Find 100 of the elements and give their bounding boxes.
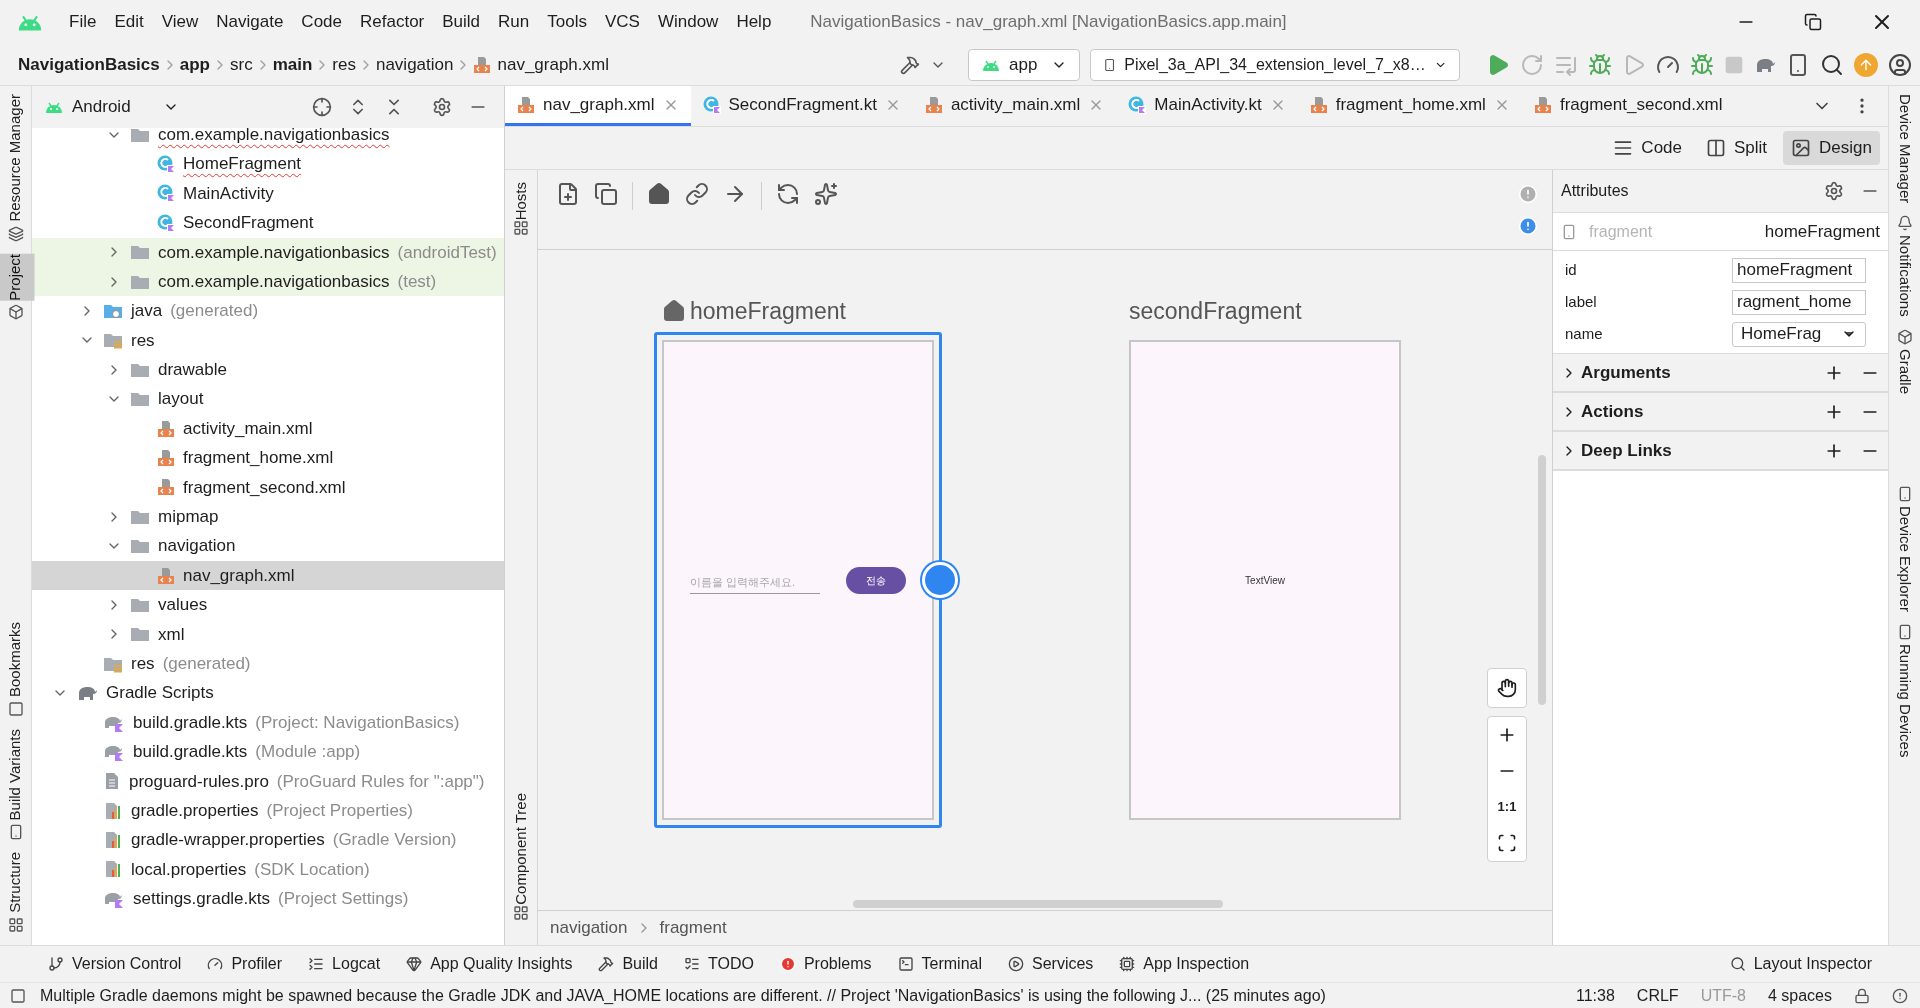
editor-tab[interactable]: fragment_second.xml: [1521, 86, 1735, 126]
tool-window-button[interactable]: Layout Inspector: [1729, 952, 1872, 976]
breadcrumb[interactable]: res: [332, 51, 356, 78]
tree-row[interactable]: gradle.properties (Project Properties): [32, 796, 504, 826]
attach-debugger-icon[interactable]: [1690, 52, 1714, 77]
side-tab[interactable]: Project: [0, 253, 35, 301]
view-dropdown[interactable]: Android: [72, 94, 179, 120]
breadcrumb[interactable]: fragment: [659, 915, 727, 941]
side-tab[interactable]: Hosts: [501, 182, 541, 221]
menu-item[interactable]: VCS: [595, 9, 649, 35]
account-icon[interactable]: [1888, 52, 1912, 77]
side-tab[interactable]: Running Devices: [1885, 643, 1920, 758]
vertical-scrollbar[interactable]: [1538, 455, 1546, 705]
menu-item[interactable]: Code: [292, 9, 351, 35]
tree-row[interactable]: build.gradle.kts (Project: NavigationBasics): [32, 707, 504, 738]
tree-row[interactable]: com.example.navigationbasics: [32, 128, 504, 150]
device-dropdown[interactable]: Pixel_3a_API_34_extension_level_7_x8…: [1090, 48, 1460, 81]
side-tab[interactable]: Component Tree: [501, 793, 541, 905]
view-mode-tab[interactable]: Split: [1698, 131, 1776, 165]
breadcrumb[interactable]: src: [229, 51, 253, 78]
tree-row[interactable]: mipmap: [32, 502, 504, 532]
menu-item[interactable]: Navigate: [207, 9, 293, 35]
menu-item[interactable]: Build: [433, 9, 490, 35]
settings-icon[interactable]: [1824, 181, 1844, 201]
editor-tab[interactable]: fragment_home.xml: [1297, 86, 1522, 126]
breadcrumb[interactable]: nav_graph.xml: [497, 51, 609, 78]
tree-row[interactable]: java (generated): [32, 296, 504, 326]
tool-window-button[interactable]: Problems: [779, 952, 872, 976]
menu-item[interactable]: Run: [489, 9, 539, 35]
menu-item[interactable]: Help: [727, 9, 781, 35]
sparkles-icon[interactable]: [814, 182, 838, 206]
horizontal-scrollbar[interactable]: [853, 900, 1223, 908]
action-handle[interactable]: [922, 562, 958, 598]
attribute-section[interactable]: Arguments: [1553, 354, 1888, 393]
editor-tab[interactable]: MainActivity.kt: [1116, 86, 1298, 126]
locate-icon[interactable]: [312, 97, 332, 117]
breadcrumb[interactable]: NavigationBasics: [18, 51, 160, 78]
tree-row[interactable]: nav_graph.xml: [32, 560, 504, 591]
nested-graph-icon[interactable]: [594, 182, 618, 206]
tree-row[interactable]: com.example.navigationbasics (androidTest): [32, 237, 504, 267]
tree-row[interactable]: navigation: [32, 531, 504, 561]
side-tab[interactable]: Notifications: [1885, 235, 1920, 317]
tree-row[interactable]: proguard-rules.pro (ProGuard Rules for ":app"): [32, 766, 504, 796]
view-mode-tab[interactable]: Code: [1605, 131, 1690, 165]
tree-row[interactable]: settings.gradle.kts (Project Settings): [32, 884, 504, 914]
tree-row[interactable]: build.gradle.kts (Module :app): [32, 737, 504, 767]
build-icon[interactable]: [900, 54, 920, 75]
tree-row[interactable]: HomeFragment: [32, 149, 504, 179]
settings-icon[interactable]: [432, 97, 452, 117]
tree-row[interactable]: fragment_second.xml: [32, 472, 504, 503]
menu-item[interactable]: Window: [648, 9, 728, 35]
tool-window-button[interactable]: App Quality Insights: [406, 952, 573, 976]
tree-row[interactable]: values: [32, 590, 504, 620]
tree-row[interactable]: res (generated): [32, 649, 504, 679]
tree-row[interactable]: local.properties (SDK Location): [32, 854, 504, 885]
menu-item[interactable]: Refactor: [351, 9, 434, 35]
help-icon[interactable]: [1518, 216, 1538, 236]
new-destination-icon[interactable]: [556, 182, 580, 206]
side-tab[interactable]: Gradle: [1885, 348, 1920, 394]
side-tab[interactable]: Device Explorer: [1885, 505, 1920, 612]
editor-tab[interactable]: SecondFragment.kt: [690, 86, 913, 126]
side-tab[interactable]: Device Manager: [1885, 94, 1920, 204]
tree-row[interactable]: Gradle Scripts: [32, 678, 504, 708]
lock-icon[interactable]: [1854, 987, 1870, 1004]
view-mode-tab[interactable]: Design: [1783, 131, 1880, 165]
status-message[interactable]: Multiple Gradle daemons might be spawned because the Gradle JDK and JAVA_HOME locations are different. // Project 'NavigationBasics' is using the following J... (25 minutes ago): [40, 983, 1326, 1008]
panel-toggle-icon[interactable]: [10, 987, 26, 1004]
tree-row[interactable]: SecondFragment: [32, 208, 504, 238]
line-separator[interactable]: CRLF: [1636, 983, 1679, 1008]
menu-item[interactable]: View: [152, 9, 208, 35]
tool-window-button[interactable]: TODO: [684, 952, 754, 976]
tree-row[interactable]: MainActivity: [32, 178, 504, 209]
attribute-field[interactable]: ragment_home: [1732, 289, 1866, 315]
debug-icon[interactable]: [1588, 52, 1612, 77]
breadcrumb[interactable]: navigation: [550, 915, 628, 941]
orientation-icon[interactable]: [776, 182, 800, 206]
tool-window-button[interactable]: Services: [1008, 952, 1094, 976]
side-tab[interactable]: Structure: [0, 852, 35, 913]
side-tab[interactable]: Build Variants: [0, 728, 35, 821]
fragment-frame[interactable]: 이름을 입력해주세요. 전송: [654, 332, 942, 828]
pan-tool-button[interactable]: [1487, 668, 1527, 708]
home-icon[interactable]: [647, 182, 671, 206]
indent-setting[interactable]: 4 spaces: [1767, 983, 1832, 1008]
tool-window-button[interactable]: Logcat: [308, 952, 381, 976]
editor-tab[interactable]: activity_main.xml: [912, 86, 1117, 126]
actual-size-button[interactable]: 1:1: [1497, 797, 1517, 817]
editor-tab[interactable]: nav_graph.xml: [505, 86, 691, 126]
attribute-section[interactable]: Actions: [1553, 393, 1888, 432]
menu-item[interactable]: File: [60, 9, 106, 35]
tool-window-button[interactable]: Profiler: [207, 952, 283, 976]
tree-row[interactable]: xml: [32, 619, 504, 650]
tool-window-button[interactable]: App Inspection: [1119, 952, 1250, 976]
fit-screen-icon[interactable]: [1497, 832, 1517, 853]
breadcrumb[interactable]: main: [272, 51, 313, 78]
tool-window-button[interactable]: Terminal: [897, 952, 982, 976]
tree-row[interactable]: fragment_home.xml: [32, 443, 504, 473]
attribute-dropdown[interactable]: HomeFrag: [1732, 321, 1866, 347]
tool-window-button[interactable]: Build: [598, 952, 658, 976]
tree-row[interactable]: activity_main.xml: [32, 413, 504, 444]
tree-row[interactable]: drawable: [32, 355, 504, 385]
